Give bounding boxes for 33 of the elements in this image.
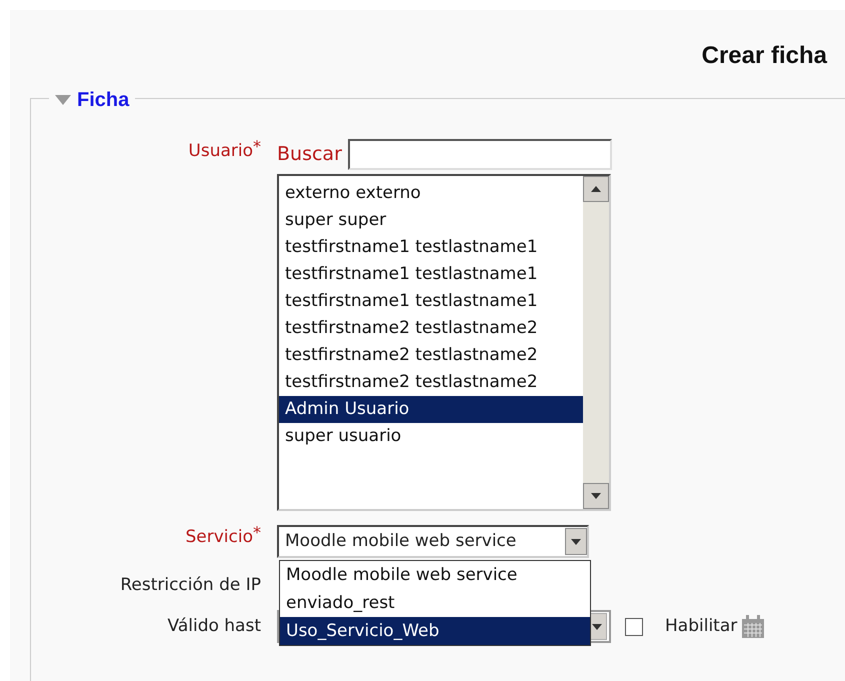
required-mark: *	[253, 139, 261, 158]
enable-label: Habilitar	[665, 614, 738, 638]
enable-checkbox[interactable]	[625, 618, 643, 636]
page-title: Crear ficha	[702, 41, 827, 71]
search-field[interactable]	[348, 139, 612, 170]
calendar-icon[interactable]	[741, 614, 766, 638]
required-mark: *	[253, 525, 261, 544]
dropdown-caret-icon[interactable]	[565, 528, 587, 555]
field-label: Servicio	[186, 526, 253, 549]
fieldset-legend[interactable]: Ficha	[77, 85, 130, 115]
field-label: Usuario	[188, 140, 253, 163]
field-label: Restricción de IP	[120, 574, 261, 598]
user-option[interactable]: Admin Usuario	[279, 396, 583, 423]
user-option[interactable]: testfirstname1 testlastname1	[279, 234, 583, 261]
user-option[interactable]: testfirstname1 testlastname1	[279, 288, 583, 315]
search-label: Buscar	[277, 142, 342, 168]
dropdown-option[interactable]: Uso_Servicio_Web	[280, 617, 590, 645]
user-option[interactable]: testfirstname2 testlastname2	[279, 315, 583, 342]
service-select[interactable]: Moodle mobile web service	[277, 525, 589, 558]
dropdown-option[interactable]: enviado_rest	[280, 589, 590, 617]
dropdown-option[interactable]: Moodle mobile web service	[280, 561, 590, 589]
scroll-up-icon[interactable]	[583, 176, 609, 202]
user-option[interactable]: externo externo	[279, 180, 583, 207]
user-option[interactable]: super super	[279, 207, 583, 234]
scroll-down-icon[interactable]	[583, 483, 609, 509]
collapse-triangle-icon[interactable]	[55, 95, 71, 105]
user-option[interactable]: testfirstname1 testlastname1	[279, 261, 583, 288]
user-option[interactable]: super usuario	[279, 423, 583, 450]
user-option[interactable]: testfirstname2 testlastname2	[279, 369, 583, 396]
field-label: Válido hast	[168, 614, 261, 638]
scrollbar[interactable]	[583, 176, 609, 509]
user-option[interactable]: testfirstname2 testlastname2	[279, 342, 583, 369]
user-listbox[interactable]	[277, 174, 611, 511]
